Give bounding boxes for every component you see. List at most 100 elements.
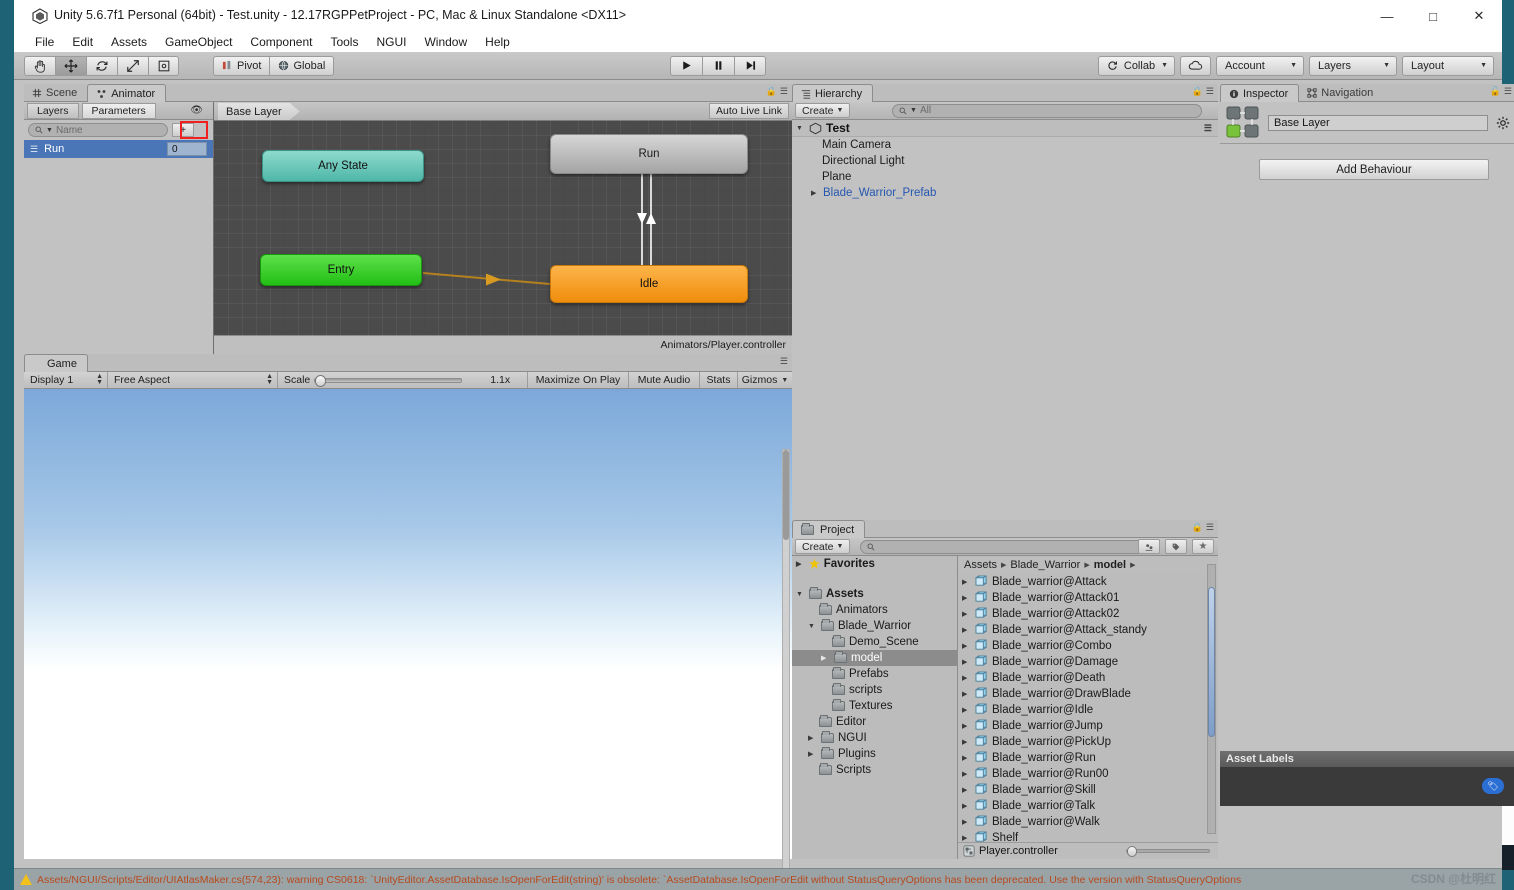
chevron-down-icon[interactable]: ▼ [796, 591, 805, 598]
project-asset-list[interactable]: Assets ▶ Blade_Warrior ▶ model ▶ ▶ Blade_… [958, 556, 1218, 859]
move-tool-button[interactable] [55, 55, 86, 76]
state-node-entry[interactable]: Entry [260, 254, 422, 286]
state-node-idle[interactable]: Idle [550, 265, 748, 303]
chevron-right-icon[interactable]: ▶ [962, 786, 971, 794]
hierarchy-tree[interactable]: ▼ Test ☰ Main Camera Directional Light P… [792, 120, 1218, 520]
chevron-right-icon[interactable]: ▶ [962, 690, 971, 698]
project-tree-textures[interactable]: Textures [792, 698, 957, 714]
asset-list-item[interactable]: ▶ Blade_warrior@Combo [958, 638, 1218, 654]
filter-by-type-button[interactable] [1138, 539, 1160, 554]
chevron-right-icon[interactable]: ▶ [962, 802, 971, 810]
account-dropdown[interactable]: Account ▼ [1216, 55, 1304, 76]
chevron-right-icon[interactable]: ▶ [808, 734, 817, 742]
asset-list-item[interactable]: ▶ Blade_warrior@Talk [958, 798, 1218, 814]
tab-navigation[interactable]: Navigation [1299, 84, 1383, 102]
asset-rows-container[interactable]: ▶ Blade_warrior@Attack ▶ Blade_warrior@Atta… [958, 574, 1218, 846]
breadcrumb-blade-warrior[interactable]: Blade_Warrior [1010, 559, 1080, 571]
asset-list-item[interactable]: ▶ Blade_warrior@Run00 [958, 766, 1218, 782]
parameter-search-input[interactable]: ▼ Name [28, 123, 168, 137]
chevron-right-icon[interactable]: ▶ [962, 674, 971, 682]
menu-window[interactable]: Window [415, 32, 476, 52]
lock-icon[interactable]: 🔓 [1490, 86, 1501, 97]
chevron-down-icon[interactable]: ▼ [808, 623, 817, 630]
asset-list-item[interactable]: ▶ Blade_warrior@Idle [958, 702, 1218, 718]
project-tree-favorites[interactable]: ▶ ★ Favorites [792, 556, 957, 572]
chevron-right-icon[interactable]: ▶ [962, 770, 971, 778]
panel-menu-icon[interactable]: ☰ [780, 356, 788, 367]
hierarchy-item-plane[interactable]: Plane [792, 169, 1218, 185]
hierarchy-scene-row[interactable]: ▼ Test ☰ [792, 120, 1218, 137]
gizmos-dropdown[interactable]: Gizmos ▼ [738, 372, 792, 388]
label-tag-icon[interactable]: 🏷 [1482, 778, 1504, 794]
breadcrumb-model[interactable]: model [1094, 559, 1126, 571]
pivot-button[interactable]: Pivot [213, 55, 270, 76]
scale-slider-handle[interactable] [315, 374, 327, 387]
project-tree-prefabs[interactable]: Prefabs [792, 666, 957, 682]
step-button[interactable] [734, 55, 766, 76]
project-folder-tree[interactable]: ▶ ★ Favorites ▼ Assets Animators ▼ Blade… [792, 556, 958, 859]
chevron-down-icon[interactable]: ▼ [796, 125, 805, 132]
chevron-right-icon[interactable]: ▶ [811, 189, 820, 197]
asset-list-item[interactable]: ▶ Blade_warrior@Death [958, 670, 1218, 686]
filter-by-label-button[interactable] [1165, 539, 1187, 554]
panel-menu-icon[interactable]: ☰ [1206, 522, 1214, 533]
project-tree-editor[interactable]: Editor [792, 714, 957, 730]
tab-inspector[interactable]: Inspector [1220, 84, 1300, 102]
asset-list-item[interactable]: ▶ Blade_warrior@Attack01 [958, 590, 1218, 606]
hierarchy-item-blade-warrior-prefab[interactable]: ▶ Blade_Warrior_Prefab [792, 185, 1218, 201]
project-tree-blade-warrior[interactable]: ▼ Blade_Warrior [792, 618, 957, 634]
parameter-row-run[interactable]: ☰ Run 0 [24, 140, 213, 158]
maximize-on-play-toggle[interactable]: Maximize On Play [528, 372, 629, 388]
state-node-run[interactable]: Run [550, 134, 748, 174]
scale-tool-button[interactable] [117, 55, 148, 76]
scale-slider[interactable] [314, 374, 463, 387]
favorites-star-button[interactable]: ★ [1192, 539, 1214, 554]
chevron-right-icon[interactable]: ▶ [962, 658, 971, 666]
panel-menu-icon[interactable]: ☰ [780, 86, 788, 97]
rect-tool-button[interactable] [148, 55, 179, 76]
layer-name-field[interactable]: Base Layer [1268, 114, 1488, 131]
panel-menu-icon[interactable]: ☰ [1206, 86, 1214, 97]
menu-component[interactable]: Component [241, 32, 321, 52]
scale-slider-group[interactable]: Scale 1.1x [278, 372, 528, 388]
chevron-right-icon[interactable]: ▶ [962, 626, 971, 634]
display-dropdown[interactable]: Display 1 ▲ ▼ [24, 372, 108, 388]
project-tree-scripts-lower[interactable]: scripts [792, 682, 957, 698]
pause-button[interactable] [702, 55, 734, 76]
tab-parameters[interactable]: Parameters [81, 102, 156, 119]
chevron-right-icon[interactable]: ▶ [962, 818, 971, 826]
asset-list-item[interactable]: ▶ Blade_warrior@Walk [958, 814, 1218, 830]
asset-list-item[interactable]: ▶ Blade_warrior@Jump [958, 718, 1218, 734]
lock-icon[interactable]: 🔒 [1192, 522, 1203, 533]
project-search-input[interactable] [860, 539, 1150, 554]
project-tree-ngui[interactable]: ▶ NGUI [792, 730, 957, 746]
asset-list-item[interactable]: ▶ Blade_warrior@Attack02 [958, 606, 1218, 622]
chevron-right-icon[interactable]: ▶ [962, 578, 971, 586]
asset-labels-body[interactable]: 🏷 [1220, 767, 1514, 806]
gear-icon[interactable] [1496, 116, 1510, 130]
aspect-dropdown[interactable]: Free Aspect ▲ ▼ [108, 372, 278, 388]
tab-animator[interactable]: Animator [87, 84, 167, 102]
project-tree-assets[interactable]: ▼ Assets [792, 586, 957, 602]
tab-hierarchy[interactable]: Hierarchy [792, 84, 874, 102]
layers-dropdown[interactable]: Layers ▼ [1309, 55, 1397, 76]
breadcrumb-base-layer[interactable]: Base Layer [218, 103, 300, 120]
panel-menu-icon[interactable]: ☰ [1504, 86, 1512, 97]
menu-file[interactable]: File [26, 32, 63, 52]
menu-tools[interactable]: Tools [321, 32, 367, 52]
play-button[interactable] [670, 55, 702, 76]
close-button[interactable]: ✕ [1456, 0, 1502, 32]
hierarchy-item-directional-light[interactable]: Directional Light [792, 153, 1218, 169]
add-behaviour-button[interactable]: Add Behaviour [1259, 159, 1489, 180]
chevron-right-icon[interactable]: ▶ [962, 610, 971, 618]
project-zoom-handle[interactable] [1127, 846, 1137, 857]
chevron-right-icon[interactable]: ▶ [962, 754, 971, 762]
cloud-button[interactable] [1180, 55, 1211, 76]
maximize-button[interactable]: □ [1410, 0, 1456, 32]
lock-icon[interactable]: 🔒 [766, 86, 777, 97]
chevron-right-icon[interactable]: ▶ [821, 654, 830, 662]
lock-icon[interactable]: 🔒 [1192, 86, 1203, 97]
menu-ngui[interactable]: NGUI [367, 32, 415, 52]
chevron-right-icon[interactable]: ▶ [962, 594, 971, 602]
state-node-any-state[interactable]: Any State [262, 150, 424, 182]
